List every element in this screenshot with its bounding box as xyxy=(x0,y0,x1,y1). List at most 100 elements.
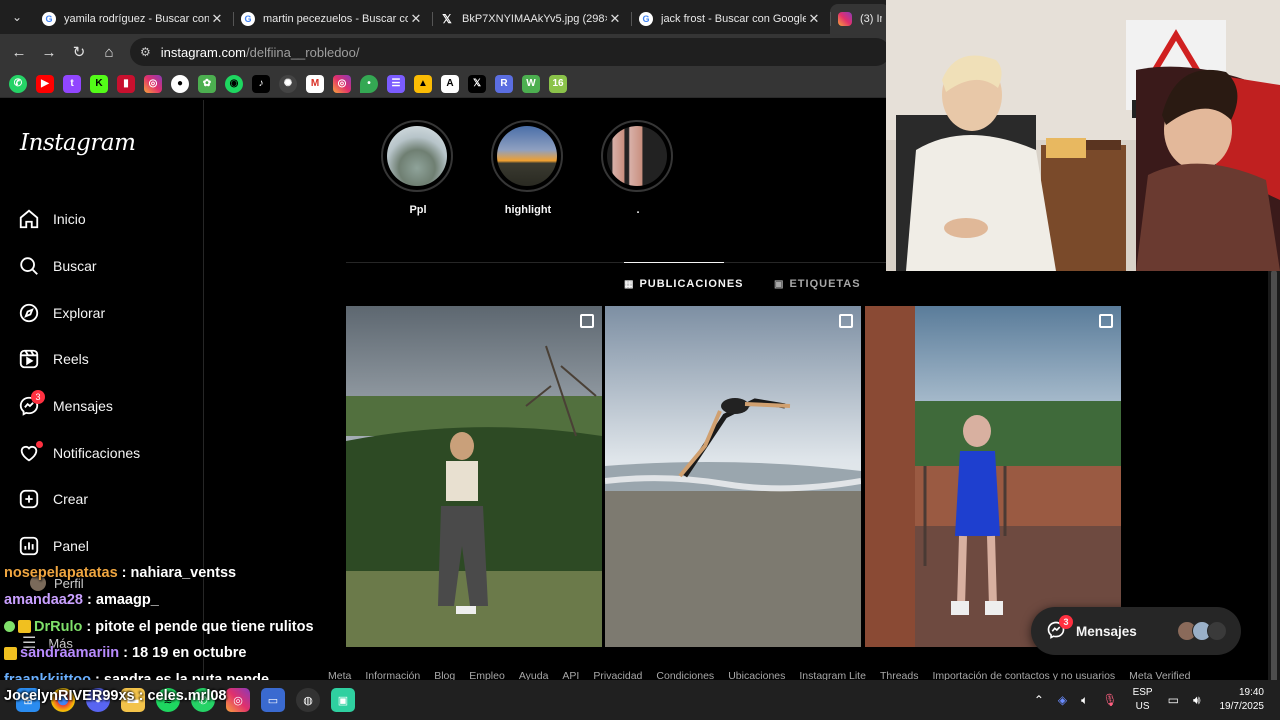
chart-icon xyxy=(18,535,40,557)
whatsapp-bookmark-icon[interactable]: ✆ xyxy=(9,74,27,93)
reload-icon[interactable]: ↻ xyxy=(64,37,94,67)
bookmark-w-icon[interactable]: W xyxy=(522,74,540,93)
nav-item-explorar[interactable]: Explorar xyxy=(18,289,140,336)
messages-badge: 3 xyxy=(1059,615,1073,629)
forward-arrow-icon[interactable]: → xyxy=(34,37,64,67)
home-icon[interactable]: ⌂ xyxy=(94,37,124,67)
tiktok-bookmark-icon[interactable]: ♪ xyxy=(252,74,270,93)
gmail-bookmark-icon[interactable]: M xyxy=(306,74,324,93)
drive-bookmark-icon[interactable]: ▲ xyxy=(414,74,432,93)
microphone-icon[interactable]: 🎙︎ xyxy=(1102,693,1117,707)
bookmark-16-icon[interactable]: 16 xyxy=(549,74,567,93)
language-indicator[interactable]: ESP US xyxy=(1133,686,1153,714)
site-info-icon[interactable]: ⚙ xyxy=(140,45,151,59)
app-taskbar-icon[interactable]: ▣ xyxy=(331,688,355,712)
obs-taskbar-icon[interactable]: ◍ xyxy=(296,688,320,712)
close-tab-icon[interactable]: ✕ xyxy=(806,11,822,27)
active-tab-indicator xyxy=(624,262,724,263)
reels-icon xyxy=(18,348,40,370)
tab-publicaciones[interactable]: ▦ PUBLICACIONES xyxy=(624,278,744,290)
close-tab-icon[interactable]: ✕ xyxy=(209,11,225,27)
plus-square-icon xyxy=(18,488,40,510)
browser-tab[interactable]: 𝕏 BkP7XNYIMAAkYv5.jpg (298×2 ✕ xyxy=(432,4,631,34)
x-bookmark-icon[interactable]: 𝕏 xyxy=(468,74,486,93)
chat-text: : nahiara_ventss xyxy=(121,565,237,582)
google-photos-bookmark-icon[interactable]: ✿ xyxy=(198,74,216,93)
bookmark-red-icon[interactable]: ▮ xyxy=(117,74,135,93)
carousel-icon xyxy=(1099,314,1113,328)
post-thumbnail[interactable] xyxy=(605,306,861,647)
tab-title: jack frost - Buscar con Google xyxy=(661,13,806,25)
chat-username: sandraamariin xyxy=(20,645,120,662)
message-avatars xyxy=(1177,621,1227,641)
instagram-bookmark-icon[interactable]: ◎ xyxy=(333,74,351,93)
highlight-dot[interactable]: . xyxy=(601,120,675,216)
scrollbar-thumb[interactable] xyxy=(1271,270,1277,710)
grid-icon: ▦ xyxy=(624,278,635,290)
notification-dot xyxy=(36,441,43,449)
browser-tab[interactable]: G yamila rodríguez - Buscar con G ✕ xyxy=(34,4,233,34)
list-bookmark-icon[interactable]: ☰ xyxy=(387,74,405,93)
tab-etiquetas[interactable]: ▣ ETIQUETAS xyxy=(774,278,861,290)
browser-tab[interactable]: G jack frost - Buscar con Google ✕ xyxy=(631,4,830,34)
speaker-icon[interactable]: 🔈︎ xyxy=(1081,693,1088,708)
nav-item-notificaciones[interactable]: Notificaciones xyxy=(18,429,140,476)
kick-bookmark-icon[interactable]: K xyxy=(90,74,108,93)
instagram-bookmark-icon[interactable]: ◎ xyxy=(144,74,162,93)
nav-item-inicio[interactable]: Inicio xyxy=(18,196,140,243)
nav-item-reels[interactable]: Reels xyxy=(18,336,140,383)
maps-bookmark-icon[interactable]: • xyxy=(360,74,378,93)
highlight-label: . xyxy=(636,204,640,216)
nav-item-buscar[interactable]: Buscar xyxy=(18,243,140,290)
network-app-icon[interactable]: ◈ xyxy=(1058,693,1067,707)
system-tray: ⌃ ◈ 🔈︎ 🎙︎ ESP US ▭ 🔊︎ 19:40 19/7/2025 xyxy=(1027,680,1280,720)
address-bar[interactable]: ⚙ instagram.com/delfiina__robledoo/ xyxy=(130,38,890,66)
instagram-taskbar-icon[interactable]: ◎ xyxy=(226,688,250,712)
nav-item-mensajes[interactable]: 3 Mensajes xyxy=(18,383,140,430)
display-icon[interactable]: ▭ xyxy=(1168,693,1179,707)
nav-item-crear[interactable]: Crear xyxy=(18,476,140,523)
messages-floating-button[interactable]: 3 Mensajes xyxy=(1031,607,1241,655)
highlight-highlight[interactable]: highlight xyxy=(491,120,565,216)
tab-title: (3) Insta xyxy=(860,13,882,25)
webcam-video xyxy=(886,0,1280,271)
google-icon: G xyxy=(241,12,255,26)
nav-label: Notificaciones xyxy=(53,444,141,461)
browser-tab[interactable]: G martin pecezuelos - Buscar con ✕ xyxy=(233,4,432,34)
chat-message: DrRulo : pitote el pende que tiene rulit… xyxy=(4,613,424,640)
instagram-logo[interactable]: Instagram xyxy=(20,130,136,156)
clock[interactable]: 19:40 19/7/2025 xyxy=(1220,686,1265,714)
chat-text: : amaagp_ xyxy=(87,592,159,609)
chevron-up-icon[interactable]: ⌃ xyxy=(1034,693,1044,707)
chat-username: JocelynRIVER99xs xyxy=(4,688,135,704)
volume-icon[interactable]: 🔊︎ xyxy=(1193,693,1201,708)
tag-icon: ▣ xyxy=(774,278,785,290)
chatgpt-bookmark-icon[interactable]: ✺ xyxy=(279,74,297,93)
search-icon xyxy=(18,255,40,277)
close-tab-icon[interactable]: ✕ xyxy=(408,11,424,27)
close-tab-icon[interactable]: ✕ xyxy=(607,11,623,27)
chat-username: amandaa28 xyxy=(4,592,83,609)
browser-toolbar: ← → ↻ ⌂ ⚙ instagram.com/delfiina__robled… xyxy=(0,34,890,70)
github-bookmark-icon[interactable]: ● xyxy=(171,74,189,93)
chat-username: nosepelapatatas xyxy=(4,565,118,582)
bookmark-circle-icon[interactable]: ◉ xyxy=(225,74,243,93)
google-icon: G xyxy=(42,12,56,26)
tab-search-chevron-icon[interactable]: ⌄ xyxy=(0,0,34,34)
highlight-ring xyxy=(491,120,563,192)
bookmark-r-icon[interactable]: R xyxy=(495,74,513,93)
sub-badge-icon xyxy=(4,646,17,660)
post-thumbnail[interactable] xyxy=(865,306,1121,647)
clock-time: 19:40 xyxy=(1238,687,1264,698)
twitch-bookmark-icon[interactable]: t xyxy=(63,74,81,93)
carousel-icon xyxy=(580,314,594,328)
browser-tab-active[interactable]: (3) Insta xyxy=(830,4,890,34)
youtube-bookmark-icon[interactable]: ▶ xyxy=(36,74,54,93)
highlight-ppl[interactable]: Ppl xyxy=(381,120,455,216)
back-arrow-icon[interactable]: ← xyxy=(4,37,34,67)
post-image xyxy=(605,306,861,647)
remote-desktop-taskbar-icon[interactable]: ▭ xyxy=(261,688,285,712)
chat-text: : 18 19 en octubre xyxy=(123,645,247,662)
bookmark-ai-icon[interactable]: A xyxy=(441,74,459,93)
compass-icon xyxy=(18,302,40,324)
